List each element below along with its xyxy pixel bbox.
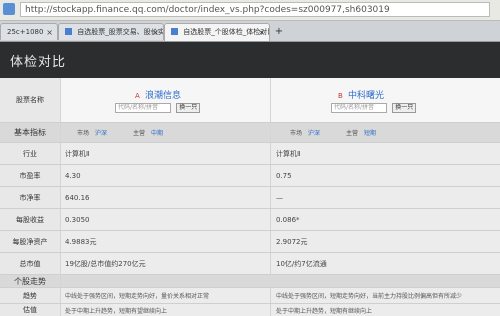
basic-a-cell: 市场 沪深 主营 中期: [61, 123, 271, 142]
cell-a: 0.3050: [61, 209, 271, 230]
table-row: 每股收益 0.3050 0.086*: [0, 209, 500, 231]
address-bar: http://stockapp.finance.qq.com/doctor/in…: [0, 0, 500, 21]
stock-b-name[interactable]: 中科曙光: [348, 91, 384, 101]
cell-b: 中线处于强势区间，短期走势向好，当前主力持股比例偏高但有所减少: [276, 293, 463, 300]
detail-section-row: 个股走势: [0, 275, 500, 288]
cell-b: 2.9072元: [276, 237, 308, 246]
basic-b-value[interactable]: 沪深: [308, 128, 320, 137]
table-row: 总市值 19亿股/总市值约270亿元 10亿/约7亿流通: [0, 253, 500, 275]
table-row: 行业 计算机Ⅱ 计算机Ⅱ: [0, 143, 500, 165]
stock-b-cell: B 中科曙光 代码/名称/拼音 换一只: [272, 78, 500, 122]
cell-a: 4.30: [61, 165, 271, 186]
cell-a: 计算机Ⅱ: [61, 143, 271, 164]
basic-a-value[interactable]: 中期: [151, 128, 163, 137]
basic-a-key: 主营: [133, 130, 146, 137]
basic-a-key: 市场: [77, 130, 90, 137]
row-label: 每股收益: [0, 209, 61, 230]
stock-a-name[interactable]: 浪潮信息: [145, 91, 181, 101]
table-row: 估值 处于中期上升趋势，短期有望继续向上 处于中期上升趋势，短期有继续向上: [0, 304, 500, 316]
cell-a: 4.9883元: [61, 231, 271, 252]
row-label: 趋势: [0, 288, 61, 303]
site-icon: [65, 28, 72, 35]
section-title: 个股走势: [0, 275, 61, 287]
cell-a: 19亿股/总市值约270亿元: [61, 253, 271, 274]
stock-a-mark: A: [135, 91, 140, 100]
close-icon[interactable]: ×: [46, 24, 53, 40]
section-title: 基本指标: [0, 123, 61, 142]
tab-label: 自选股票_个股体检_体检对比: [183, 28, 270, 36]
change-stock-b-button[interactable]: 换一只: [392, 102, 417, 113]
row-label: 行业: [0, 143, 61, 164]
url-input[interactable]: http://stockapp.finance.qq.com/doctor/in…: [20, 2, 490, 17]
table-row: 趋势 中线处于强势区间，短期走势向好，量价关系相对正常 中线处于强势区间，短期走…: [0, 288, 500, 304]
tab-3[interactable]: 自选股票_个股体检_体检对比 ×: [164, 23, 270, 41]
row-label: 市净率: [0, 187, 61, 208]
cell-b: 10亿/约7亿流通: [276, 259, 327, 268]
page-title: 体检对比: [10, 55, 67, 70]
basic-b-key: 市场: [290, 130, 303, 137]
basic-b-cell: 市场 沪深 主营 短期: [272, 123, 500, 142]
stock-b-mark: B: [338, 91, 343, 100]
row-label: 每股净资产: [0, 231, 61, 252]
cell-b: 计算机Ⅱ: [276, 149, 301, 158]
cell-a: 处于中期上升趋势，短期有望继续向上: [61, 304, 271, 316]
tab-strip: 25c+1080 × 自选股票_股票交易、股价实时查 × 自选股票_个股体检_体…: [0, 21, 500, 42]
stock-b-search-input[interactable]: 代码/名称/拼音: [331, 102, 387, 113]
tab-1[interactable]: 25c+1080 ×: [0, 23, 58, 40]
tab-2[interactable]: 自选股票_股票交易、股价实时查 ×: [58, 23, 164, 40]
row-label: 市盈率: [0, 165, 61, 186]
tab-label: 25c+1080: [7, 28, 44, 36]
row-label: 估值: [0, 304, 61, 316]
stock-a-cell: A 浪潮信息 代码/名称/拼音 换一只: [61, 78, 271, 122]
cell-a: 中线处于强势区间，短期走势向好，量价关系相对正常: [61, 288, 271, 303]
cell-a: 640.16: [61, 187, 271, 208]
stock-a-search-input[interactable]: 代码/名称/拼音: [115, 102, 171, 113]
table-row: 市净率 640.16 —: [0, 187, 500, 209]
row-label: 股票名称: [0, 78, 61, 122]
basic-a-value[interactable]: 沪深: [95, 128, 107, 137]
new-tab-button[interactable]: +: [272, 26, 286, 38]
basic-b-key: 主营: [346, 130, 359, 137]
page-favicon-icon: [3, 3, 15, 15]
tab-label: 自选股票_股票交易、股价实时查: [77, 28, 164, 36]
cell-b: 0.086*: [276, 215, 300, 224]
compare-table: 股票名称 A 浪潮信息 代码/名称/拼音 换一只 B 中科曙光 代码/名称/拼音…: [0, 78, 500, 316]
table-row: 市盈率 4.30 0.75: [0, 165, 500, 187]
stock-select-row: 股票名称 A 浪潮信息 代码/名称/拼音 换一只 B 中科曙光 代码/名称/拼音…: [0, 78, 500, 123]
page-header: 体检对比: [0, 42, 500, 78]
row-label: 总市值: [0, 253, 61, 274]
close-icon[interactable]: ×: [258, 24, 265, 41]
table-row: 每股净资产 4.9883元 2.9072元: [0, 231, 500, 253]
cell-b: —: [276, 193, 283, 202]
cell-b: 处于中期上升趋势，短期有继续向上: [276, 307, 373, 315]
cell-b: 0.75: [276, 171, 292, 180]
site-icon: [171, 28, 178, 35]
close-icon[interactable]: ×: [152, 24, 159, 40]
basic-section-row: 基本指标 市场 沪深 主营 中期 市场 沪深 主营 短期: [0, 123, 500, 143]
change-stock-a-button[interactable]: 换一只: [176, 102, 201, 113]
basic-b-value[interactable]: 短期: [364, 128, 376, 137]
